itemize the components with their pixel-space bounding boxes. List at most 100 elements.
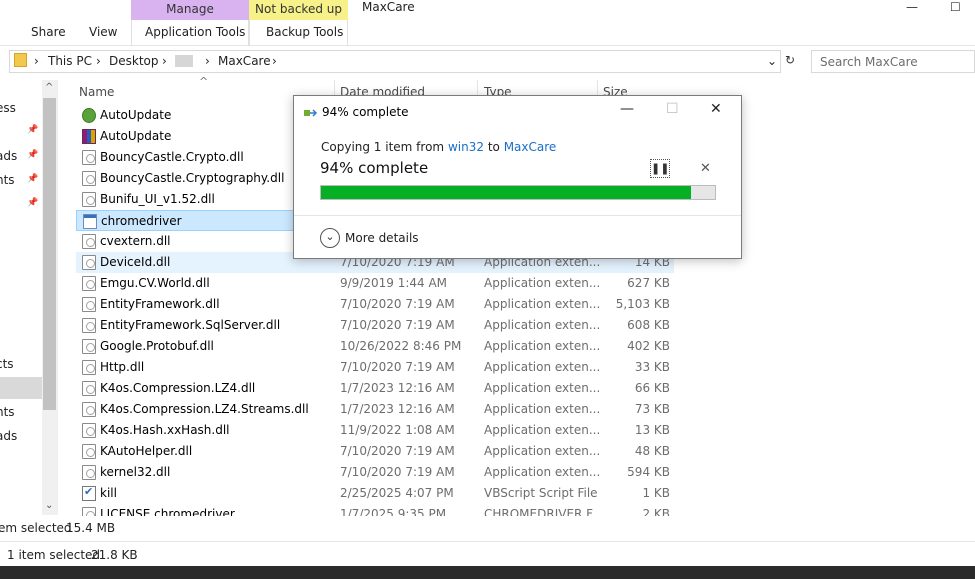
- pin-icon: 📌: [27, 198, 39, 208]
- search-input[interactable]: Search MaxCare: [811, 50, 975, 73]
- archive-icon: [82, 129, 96, 144]
- nav-item-documents-2[interactable]: nts: [0, 405, 15, 419]
- scroll-down-icon[interactable]: ⌄: [45, 500, 53, 511]
- status-bar: 1 item selected 21.8 KB: [0, 541, 975, 566]
- pin-icon: 📌: [27, 174, 39, 184]
- more-details-button[interactable]: More details: [345, 231, 419, 245]
- progress-fill: [321, 186, 692, 199]
- status-size: 21.8 KB: [91, 548, 138, 562]
- dll-icon: [82, 507, 96, 516]
- breadcrumb-separator[interactable]: ›: [96, 54, 101, 68]
- dll-icon: [82, 234, 96, 249]
- dialog-title: 94% complete: [322, 105, 409, 119]
- taskbar: [0, 566, 975, 579]
- dialog-maximize-button: ☐: [666, 101, 679, 117]
- dll-icon: [82, 276, 96, 291]
- dll-icon: [82, 339, 96, 354]
- minimize-button[interactable]: —: [906, 0, 918, 14]
- breadcrumb-separator[interactable]: ›: [205, 54, 210, 68]
- copy-prefix: Copying 1 item from: [321, 140, 445, 154]
- globe-icon: [82, 108, 96, 123]
- file-row[interactable]: K4os.Hash.xxHash.dll 11/9/2022 1:08 AM App…: [76, 420, 674, 441]
- scroll-up-icon[interactable]: ^: [45, 82, 53, 93]
- inner-status-selected: em selected: [0, 521, 72, 535]
- context-tab-manage: Manage: [131, 0, 249, 20]
- source-link[interactable]: win32: [448, 140, 484, 154]
- breadcrumb-separator[interactable]: ›: [162, 54, 167, 68]
- nav-item-downloads[interactable]: ads: [0, 149, 17, 163]
- dll-icon: [82, 465, 96, 480]
- tab-view[interactable]: View: [89, 25, 117, 39]
- file-row[interactable]: EntityFramework.SqlServer.dll 7/10/2020 7…: [76, 315, 674, 336]
- status-selected: 1 item selected: [7, 548, 101, 562]
- inner-status-size: 15.4 MB: [66, 521, 116, 535]
- folder-icon: [14, 53, 27, 67]
- file-row[interactable]: EntityFramework.dll 7/10/2020 7:19 AM Appl…: [76, 294, 674, 315]
- refresh-icon[interactable]: ↻: [785, 53, 795, 67]
- dll-icon: [82, 381, 96, 396]
- inner-status-bar: em selected 15.4 MB: [0, 521, 975, 539]
- copy-description: Copying 1 item from win32 to MaxCare: [321, 140, 556, 154]
- dll-icon: [82, 444, 96, 459]
- nav-item-quick-access[interactable]: ess: [0, 101, 16, 115]
- pin-icon: 📌: [27, 125, 39, 135]
- redacted-crumb: [175, 55, 193, 67]
- destination-link[interactable]: MaxCare: [504, 140, 557, 154]
- tab-share[interactable]: Share: [31, 25, 66, 39]
- breadcrumb-this-pc[interactable]: This PC: [48, 54, 92, 68]
- ribbon: Manage Not backed up Share View Applicat…: [0, 0, 975, 46]
- progress-bar: [320, 185, 716, 200]
- address-dropdown-icon[interactable]: ⌄: [767, 54, 777, 68]
- nav-item-documents[interactable]: nts: [0, 173, 15, 187]
- window-title: MaxCare: [362, 0, 415, 14]
- file-row[interactable]: Google.Protobuf.dll 10/26/2022 8:46 PM App…: [76, 336, 674, 357]
- dll-icon: [82, 360, 96, 375]
- dialog-close-button[interactable]: ✕: [710, 101, 722, 117]
- dll-icon: [82, 297, 96, 312]
- copy-progress-dialog: 94% complete — ☐ ✕ Copying 1 item from w…: [293, 95, 742, 259]
- chevron-down-icon[interactable]: ⌄: [320, 228, 340, 248]
- file-row[interactable]: Emgu.CV.World.dll 9/9/2019 1:44 AM Applica…: [76, 273, 674, 294]
- file-row[interactable]: K4os.Compression.LZ4.Streams.dll 1/7/2023…: [76, 399, 674, 420]
- scrollbar-thumb[interactable]: [43, 98, 56, 410]
- context-tab-not-backed-up: Not backed up: [249, 0, 348, 20]
- cancel-button[interactable]: ✕: [700, 161, 711, 176]
- dll-icon: [82, 402, 96, 417]
- breadcrumb-separator[interactable]: ›: [34, 54, 39, 68]
- copy-icon: [304, 107, 318, 117]
- file-row[interactable]: Http.dll 7/10/2020 7:19 AM Application ext…: [76, 357, 674, 378]
- file-row[interactable]: KAutoHelper.dll 7/10/2020 7:19 AM Applicat…: [76, 441, 674, 462]
- pin-icon: 📌: [27, 150, 39, 160]
- dll-icon: [82, 318, 96, 333]
- nav-scrollbar[interactable]: ^ ⌄: [42, 80, 58, 515]
- breadcrumb-separator[interactable]: ›: [272, 54, 277, 68]
- exe-icon: [83, 214, 97, 229]
- dll-icon: [82, 255, 96, 270]
- breadcrumb-desktop[interactable]: Desktop: [109, 54, 159, 68]
- column-header-name[interactable]: Name: [79, 85, 114, 99]
- dll-icon: [82, 171, 96, 186]
- maximize-button[interactable]: ☐: [950, 0, 961, 14]
- file-row[interactable]: kernel32.dll 7/10/2020 7:19 AM Application…: [76, 462, 674, 483]
- tab-backup-tools[interactable]: Backup Tools: [266, 25, 343, 39]
- address-bar[interactable]: › This PC › Desktop › › MaxCare › ⌄: [9, 50, 781, 73]
- nav-item-selected[interactable]: [0, 377, 42, 399]
- file-row[interactable]: K4os.Compression.LZ4.dll 1/7/2023 12:16 A…: [76, 378, 674, 399]
- dll-icon: [82, 423, 96, 438]
- pause-button[interactable]: ❚❚: [650, 159, 670, 178]
- nav-item-objects[interactable]: cts: [0, 357, 14, 371]
- copy-to-word: to: [487, 140, 500, 154]
- tab-application-tools[interactable]: Application Tools: [145, 25, 245, 39]
- script-icon: [82, 485, 96, 501]
- search-placeholder: Search MaxCare: [820, 55, 918, 69]
- breadcrumb-maxcare[interactable]: MaxCare: [218, 54, 271, 68]
- nav-item-downloads-2[interactable]: ads: [0, 429, 17, 443]
- percent-complete: 94% complete: [320, 159, 429, 177]
- dialog-divider: [294, 215, 741, 216]
- sort-indicator-icon: ^: [199, 75, 209, 88]
- dialog-minimize-button[interactable]: —: [620, 101, 634, 117]
- dll-icon: [82, 192, 96, 207]
- file-row[interactable]: LICENSE.chromedriver 1/7/2025 9:35 PM CHRO…: [76, 504, 674, 516]
- dll-icon: [82, 150, 96, 165]
- file-row[interactable]: kill2/25/2025 4:07 PMVBScript Script Fil…: [76, 483, 674, 504]
